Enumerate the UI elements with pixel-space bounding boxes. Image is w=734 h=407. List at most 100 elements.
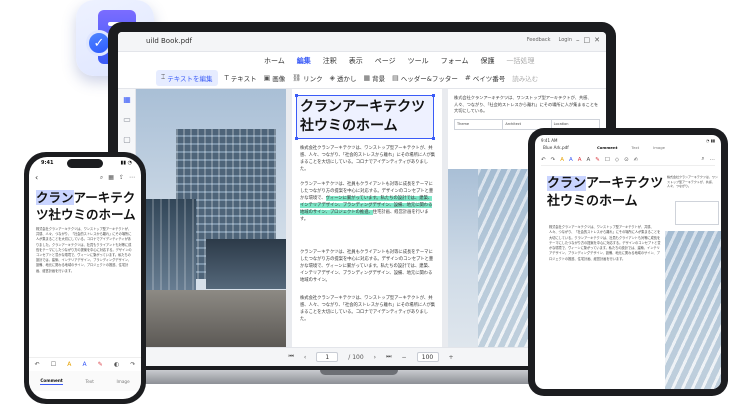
comment-icon[interactable]: ▢ (122, 135, 132, 145)
next-page-icon[interactable]: › (374, 354, 376, 361)
highlight-icon[interactable]: A (67, 361, 71, 368)
more-icon[interactable]: ⋯ (710, 157, 716, 163)
last-page-icon[interactable]: ⏭ (386, 353, 391, 361)
phone-body-text[interactable]: 株式会社クランアーキテクツは、ワンストップ型アーキテクトが、共感、人々、つながり… (36, 227, 134, 274)
page-total: / 100 (348, 353, 364, 361)
building-photo-left (136, 89, 286, 347)
undo-icon[interactable]: ↶ (35, 361, 40, 368)
tablet-heading[interactable]: クランアーキテクツ 社ウミのホーム (547, 175, 667, 211)
login-link[interactable]: Login (559, 37, 573, 43)
signature-icon[interactable]: ✍ (634, 157, 639, 163)
maximize-icon[interactable]: □ (584, 36, 591, 44)
heading-rest: アーキテクツ (586, 176, 664, 191)
link-button[interactable]: ⛓ リンク (292, 73, 322, 83)
add-image-button[interactable]: ▣ 画像 (264, 73, 286, 83)
title-links: Feedback Login (527, 37, 572, 43)
phone-nav-icons: ⌕ ▦ ⇪ ⋯ (100, 174, 135, 182)
tab-comment[interactable]: Comment (40, 378, 63, 385)
window-controls: – □ ✕ (576, 36, 600, 44)
zoom-input[interactable]: 100 (416, 352, 439, 362)
underline-icon[interactable]: A (83, 361, 87, 368)
grid-icon[interactable]: ▦ (108, 174, 114, 182)
tab-comment[interactable]: Comment (597, 145, 617, 150)
title-bar: uild Book.pdf Feedback Login – □ ✕ (118, 32, 606, 52)
thumbnail-icon[interactable]: ▦ (122, 95, 132, 105)
more-icon[interactable]: ⋯ (129, 174, 135, 182)
laptop-notch (320, 370, 398, 375)
feedback-link[interactable]: Feedback (527, 37, 551, 43)
minimize-icon[interactable]: – (576, 36, 580, 44)
tab-text[interactable]: Text (85, 379, 93, 384)
watermark-button[interactable]: ◈ 透かし (330, 73, 357, 83)
edit-text-button[interactable]: ⌶ テキストを編集 (156, 69, 218, 86)
resize-handle[interactable] (432, 94, 435, 97)
resize-handle[interactable] (432, 137, 435, 140)
document-tab[interactable]: uild Book.pdf (146, 37, 192, 45)
watermark-label: 透かし (337, 74, 357, 83)
redo-icon[interactable]: ↷ (130, 361, 135, 368)
read-only-button[interactable]: 読み込む (512, 73, 538, 83)
heading-line-1[interactable]: クランアーキテクツ (300, 98, 430, 117)
shape-icon[interactable]: ◇ (615, 157, 619, 163)
note-icon[interactable]: ☐ (51, 361, 56, 368)
edit-text-label: テキストを編集 (167, 74, 213, 83)
tablet-side-text[interactable]: 株式会社クランアーキテクツは、ワンストップ型アーキテクトが、共感、人々、つながり… (667, 175, 719, 189)
bookmark-icon[interactable]: ▭ (122, 115, 132, 125)
back-icon[interactable]: ‹ (35, 173, 38, 182)
heading-rest: アーキテク (73, 190, 136, 205)
paragraph[interactable]: 株式会社クランアーキテクツは、ワンストップ型アーキテクトが、共感、人々、つながり… (454, 95, 602, 115)
tablet-doc-title: Blue Ark.pdf (543, 145, 569, 150)
phone-time: 9:41 (41, 160, 54, 166)
strikethrough-icon[interactable]: A (578, 157, 582, 163)
pen-icon[interactable]: ✎ (595, 157, 600, 163)
header-footer-label: ヘッダー&フッター (400, 74, 458, 83)
tablet-mini-table (675, 201, 719, 225)
eraser-icon[interactable]: ◐ (114, 361, 119, 368)
page-number-input[interactable]: 1 (316, 352, 339, 362)
heading-line-2[interactable]: 社ウミのホーム (300, 117, 430, 136)
tablet-time: 9:41 AM (541, 138, 558, 143)
background-label: 背景 (372, 74, 386, 83)
share-icon[interactable]: ⇪ (119, 174, 124, 182)
search-icon[interactable]: ⌕ (100, 174, 103, 182)
paragraph-highlighted[interactable]: クランアーキテクツは、社員もクライアントも対等に成長をテーマにしたつながり方の提… (300, 181, 436, 223)
tablet-body-text[interactable]: 株式会社クランアーキテクツは、ワンストップ型アーキテクトが、共感、人々、つながり… (549, 225, 661, 262)
add-text-button[interactable]: T テキスト (225, 73, 257, 83)
table-cell: Theme (455, 120, 504, 129)
tab-image[interactable]: Image (117, 379, 130, 384)
resize-handle[interactable] (295, 137, 298, 140)
zoom-in-icon[interactable]: + (449, 354, 454, 361)
tab-image[interactable]: Image (653, 145, 665, 150)
bates-label: ベイツ番号 (472, 74, 506, 83)
stamp-icon[interactable]: ⊙ (624, 157, 629, 163)
note-icon[interactable]: ☐ (605, 157, 610, 163)
close-icon[interactable]: ✕ (594, 36, 600, 44)
paragraph[interactable]: 株式会社クランアーキテクツは、ワンストップ型アーキテクトが、共感、人々、つながり… (300, 145, 436, 173)
tablet-mode-tabs: Comment Text Image (597, 145, 665, 150)
header-footer-button[interactable]: ▤ ヘッダー&フッター (392, 73, 458, 83)
tablet-heading-line-2: 社ウミのホーム (547, 194, 638, 209)
paragraph[interactable]: 株式会社クランアーキテクツは、ワンストップ型アーキテクトが、共感、人々、つながり… (300, 295, 436, 323)
phone-heading[interactable]: クランアーキテク ツ社ウミのホーム (36, 189, 136, 223)
background-button[interactable]: ▦ 背景 (364, 73, 386, 83)
undo-icon[interactable]: ↶ (541, 157, 546, 163)
tab-text[interactable]: Text (631, 145, 639, 150)
selected-heading[interactable]: クランアーキテクツ 社ウミのホーム (295, 94, 435, 140)
tablet-frame: 9:41 AM ◔ ▮▮ Blue Ark.pdf Comment Text I… (528, 128, 728, 396)
watermark-icon: ◈ (329, 73, 336, 82)
paragraph[interactable]: クランアーキテクツは、社員もクライアントも対等に成長をテーマにしたつながり方の提… (300, 249, 436, 284)
squiggly-icon[interactable]: A (587, 157, 591, 163)
underline-icon[interactable]: A (569, 157, 573, 163)
add-text-label: テキスト (230, 74, 257, 83)
resize-handle[interactable] (295, 94, 298, 97)
bates-button[interactable]: # ベイツ番号 (465, 73, 505, 83)
highlight-icon[interactable]: A (560, 157, 564, 163)
zoom-out-icon[interactable]: − (401, 354, 406, 361)
redo-icon[interactable]: ↷ (551, 157, 556, 163)
pen-icon[interactable]: ✎ (98, 361, 103, 368)
background-icon: ▦ (363, 73, 371, 82)
tablet-annotation-toolbar: ↶ ↷ A A A A ✎ ☐ ◇ ⊙ ✍ ⌕ ⋯ (541, 154, 715, 166)
first-page-icon[interactable]: ⏮ (288, 353, 293, 361)
search-icon[interactable]: ⌕ (701, 156, 704, 163)
prev-page-icon[interactable]: ‹ (304, 354, 306, 361)
